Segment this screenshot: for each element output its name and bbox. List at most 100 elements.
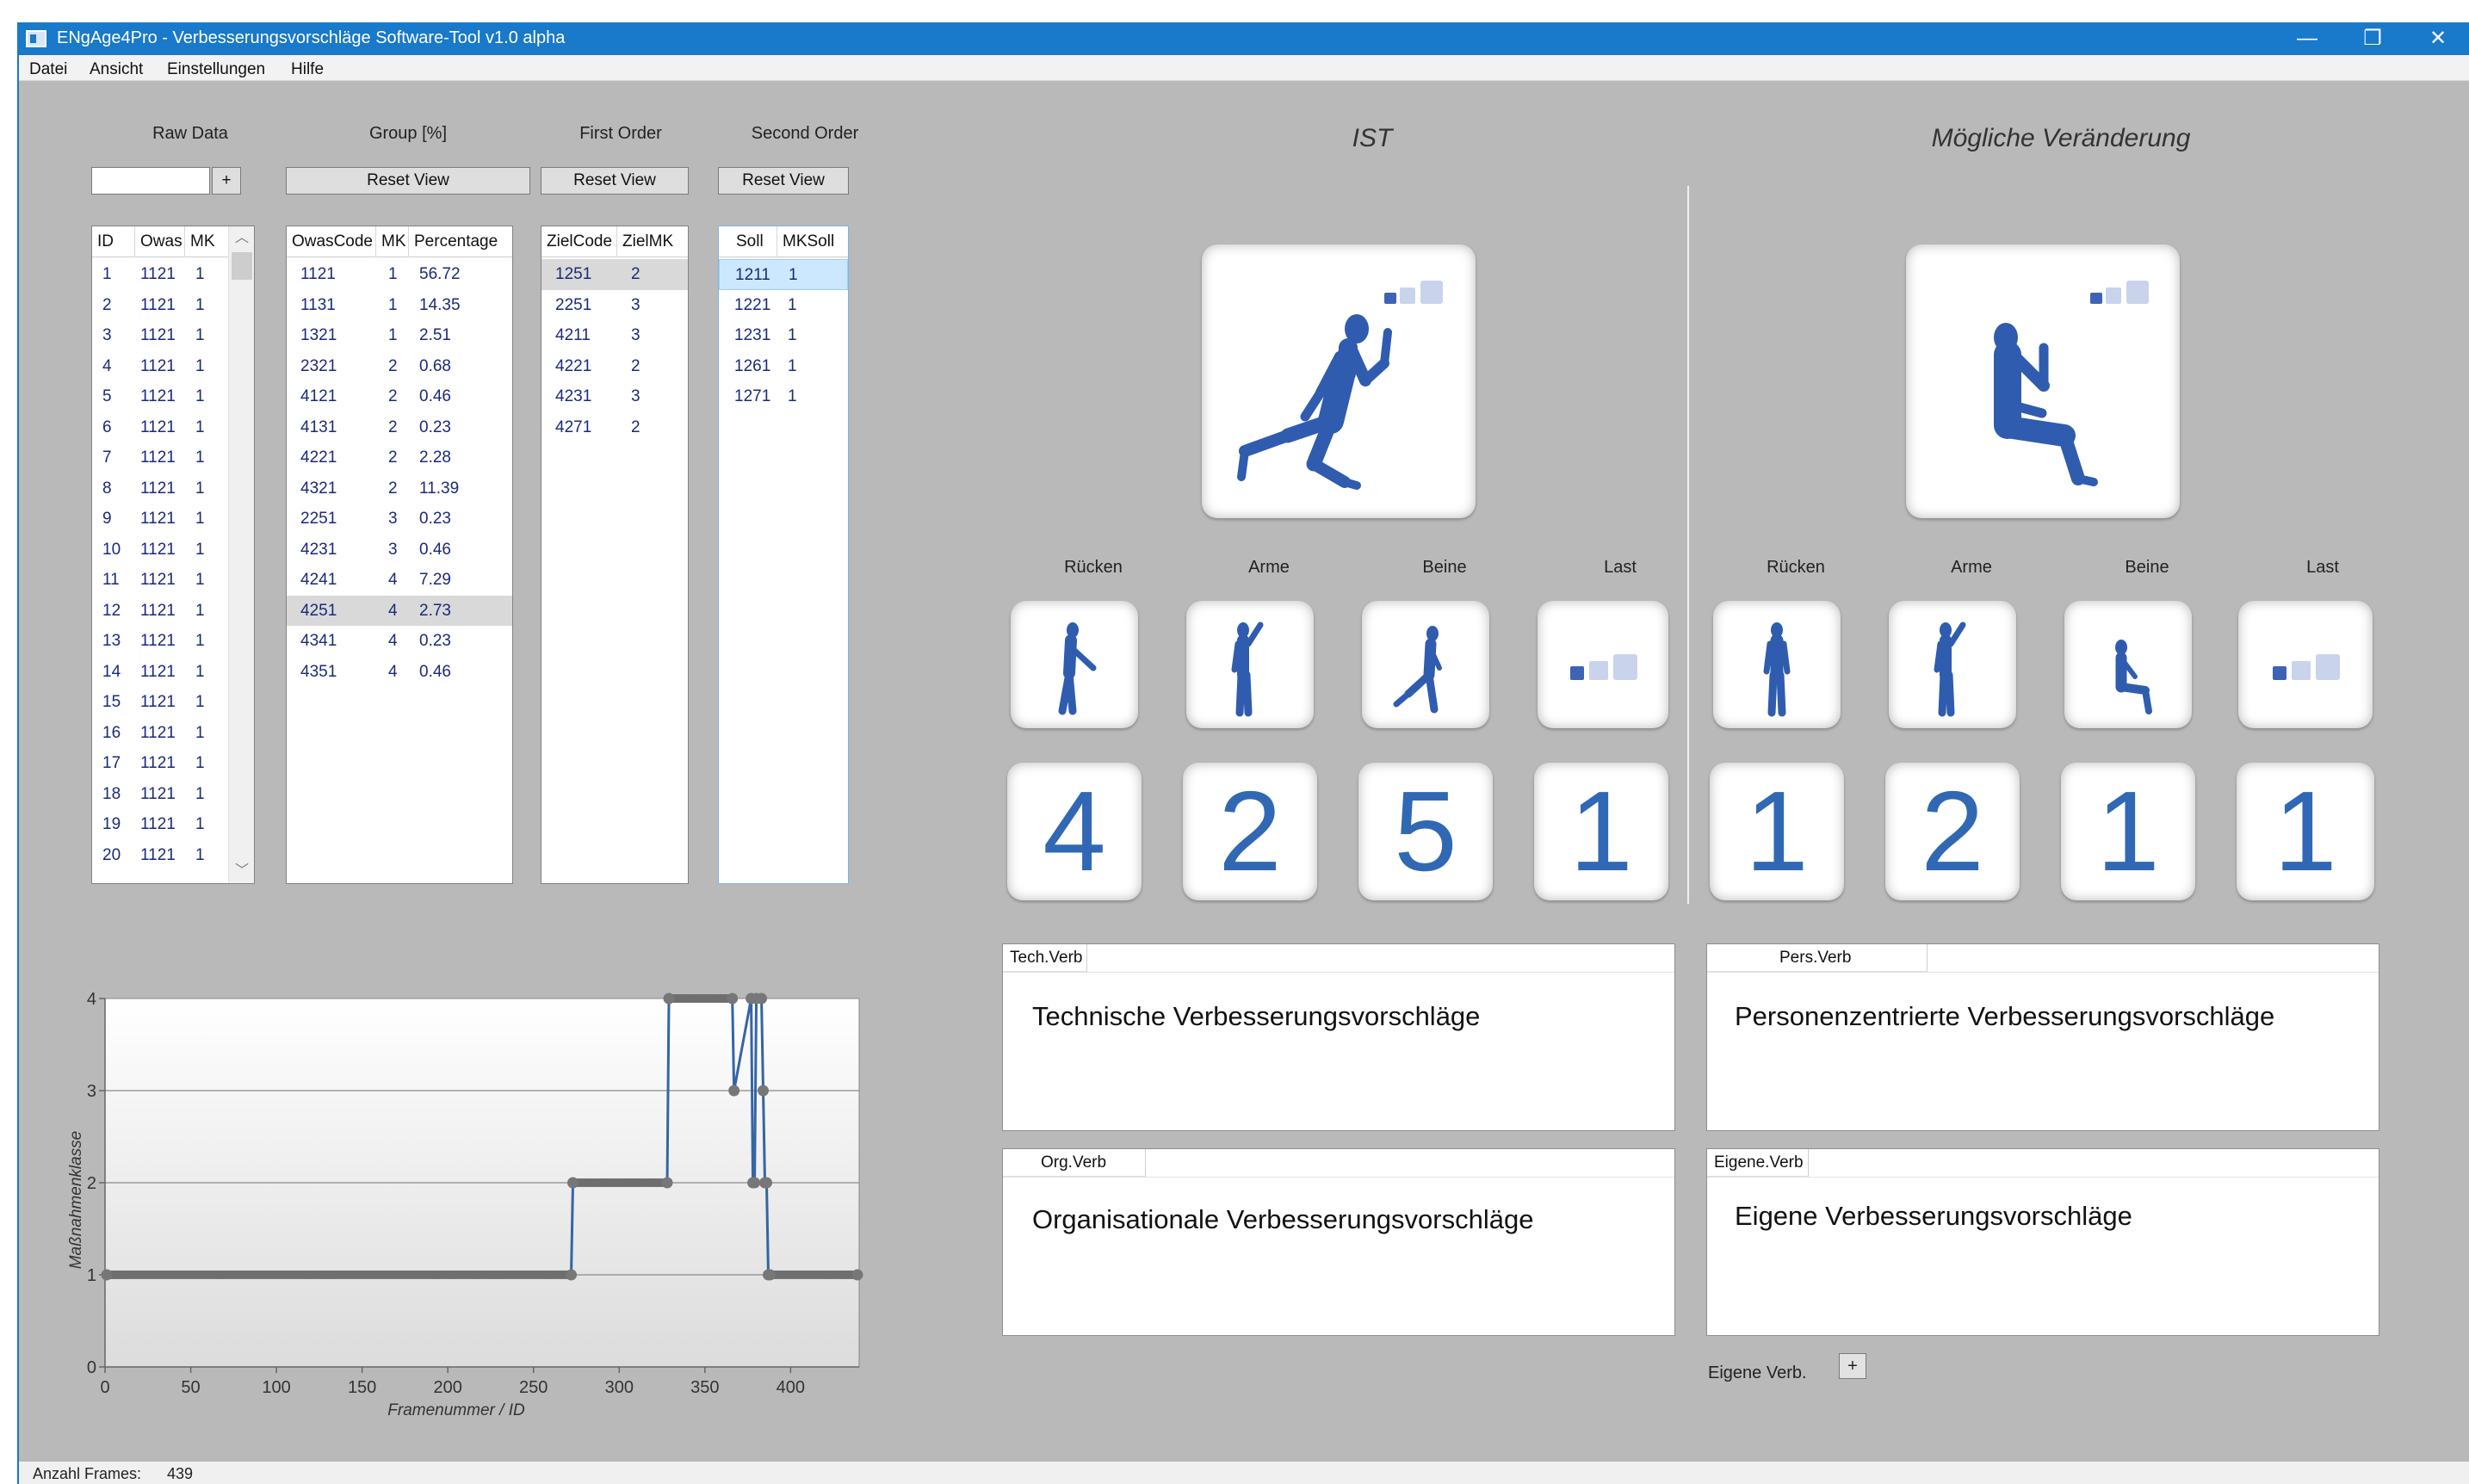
col-owas[interactable]: Owas <box>135 226 185 257</box>
tech-verb-tab[interactable]: Tech.Verb <box>1003 944 1087 972</box>
table-row[interactable]: 2 1121 1 <box>92 290 228 321</box>
table-row[interactable]: 4241 4 7.29 <box>287 565 512 596</box>
table-row[interactable]: 4341 4 0.23 <box>287 626 512 657</box>
table-row[interactable]: 3 1121 1 <box>92 320 228 351</box>
col-percentage[interactable]: Percentage <box>409 226 512 257</box>
table-row[interactable]: 4221 2 2.28 <box>287 442 512 473</box>
raw-data-input[interactable] <box>91 167 210 195</box>
table-row[interactable]: 6 1121 1 <box>92 412 228 443</box>
table-row[interactable]: 12 1121 1 <box>92 596 228 627</box>
close-button[interactable]: ✕ <box>2405 22 2469 55</box>
table-cell: 4 <box>102 356 112 375</box>
menu-hilfe[interactable]: Hilfe <box>291 60 324 79</box>
group-table[interactable]: OwasCode MK Percentage 1121 1 56.72 1131 1 14… <box>286 226 513 884</box>
table-row[interactable]: 1131 1 14.35 <box>287 290 512 321</box>
table-cell: 1 <box>388 326 398 344</box>
first-order-reset-button[interactable]: Reset View <box>541 167 689 195</box>
table-row[interactable]: 1 1121 1 <box>92 259 228 290</box>
menu-ansicht[interactable]: Ansicht <box>90 60 143 79</box>
scroll-down-icon[interactable]: ﹀ <box>229 859 254 883</box>
table-row[interactable]: 13 1121 1 <box>92 626 228 657</box>
pers-verb-tab[interactable]: Pers.Verb <box>1707 944 1928 972</box>
table-row[interactable]: 8 1121 1 <box>92 473 228 504</box>
col-zielmk[interactable]: ZielMK <box>617 226 688 257</box>
title-bar[interactable]: ENgAge4Pro - Verbesserungsvorschläge Sof… <box>19 22 2469 55</box>
eigene-suggestions-text[interactable]: Eigene Verbesserungsvorschläge <box>1735 1201 2132 1232</box>
table-row[interactable]: 18 1121 1 <box>92 779 228 810</box>
org-suggestions-text[interactable]: Organisationale Verbesserungsvorschläge <box>1032 1204 1533 1235</box>
table-row[interactable]: 4351 4 0.46 <box>287 657 512 688</box>
table-row[interactable]: 7 1121 1 <box>92 442 228 473</box>
raw-data-table[interactable]: ID Owas MK 1 1121 1 2 1121 1 3 1121 1 4 1121 1 5 1121… <box>91 226 255 884</box>
eigene-suggestions-box[interactable]: Eigene.Verb Eigene Verbesserungsvorschlä… <box>1706 1148 2379 1336</box>
col-mksoll[interactable]: MKSoll <box>777 226 848 257</box>
table-row[interactable]: 16 1121 1 <box>92 718 228 749</box>
first-order-table[interactable]: ZielCode ZielMK 1251 2 2251 3 4211 3 4221 2 4231… <box>541 226 689 884</box>
tech-suggestions-box[interactable]: Tech.Verb Technische Verbesserungsvorsch… <box>1002 943 1675 1131</box>
table-row[interactable]: 9 1121 1 <box>92 504 228 535</box>
second-order-table[interactable]: Soll MKSoll 1211 1 1221 1 1231 1 1261 1 1271 1 <box>718 226 849 884</box>
pers-suggestions-box[interactable]: Pers.Verb Personenzentrierte Verbesserun… <box>1706 943 2379 1131</box>
table-row[interactable]: 2321 2 0.68 <box>287 351 512 382</box>
col-zielcode[interactable]: ZielCode <box>541 226 617 257</box>
table-row[interactable]: 4271 2 <box>541 412 688 443</box>
col-id[interactable]: ID <box>92 226 135 257</box>
tech-suggestions-text[interactable]: Technische Verbesserungsvorschläge <box>1032 1001 1480 1032</box>
table-row[interactable]: 4211 3 <box>541 320 688 351</box>
table-cell: 3 <box>388 510 398 528</box>
table-row[interactable]: 5 1121 1 <box>92 381 228 412</box>
minimize-button[interactable]: — <box>2274 22 2340 55</box>
table-row[interactable]: 1221 1 <box>719 290 848 321</box>
pers-suggestions-text[interactable]: Personenzentrierte Verbesserungsvorschlä… <box>1735 1001 2274 1032</box>
group-reset-button[interactable]: Reset View <box>286 167 530 195</box>
menu-einstellungen[interactable]: Einstellungen <box>167 60 265 79</box>
table-row[interactable]: 4131 2 0.23 <box>287 412 512 443</box>
raw-data-add-button[interactable]: + <box>212 167 241 195</box>
org-verb-tab[interactable]: Org.Verb <box>1003 1149 1146 1177</box>
table-row[interactable]: 1321 1 2.51 <box>287 320 512 351</box>
table-row[interactable]: 2251 3 <box>541 290 688 321</box>
eigene-verb-add-button[interactable]: + <box>1839 1353 1866 1379</box>
table-cell: 1121 <box>140 510 176 528</box>
scroll-thumb[interactable] <box>232 252 252 280</box>
table-row[interactable]: 20 1121 1 <box>92 840 228 871</box>
change-ruecken-tile <box>1713 601 1841 728</box>
table-row[interactable]: 15 1121 1 <box>92 687 228 718</box>
table-cell: 2.28 <box>419 448 451 467</box>
table-row[interactable]: 1261 1 <box>719 351 848 382</box>
table-row[interactable]: 1211 1 <box>719 259 848 290</box>
table-row[interactable]: 14 1121 1 <box>92 657 228 688</box>
table-row[interactable]: 4221 2 <box>541 351 688 382</box>
table-row[interactable]: 4231 3 0.46 <box>287 535 512 566</box>
col-soll[interactable]: Soll <box>719 226 777 257</box>
scroll-up-icon[interactable]: ︿ <box>229 226 254 250</box>
table-row[interactable]: 11 1121 1 <box>92 565 228 596</box>
table-cell: 14.35 <box>419 295 461 314</box>
table-row[interactable]: 4321 2 11.39 <box>287 473 512 504</box>
table-row[interactable]: 4121 2 0.46 <box>287 381 512 412</box>
table-row[interactable]: 1121 1 56.72 <box>287 259 512 290</box>
menu-datei[interactable]: Datei <box>29 60 67 79</box>
table-header: OwasCode MK Percentage <box>287 226 512 257</box>
eigene-verb-tab[interactable]: Eigene.Verb <box>1707 1149 1809 1177</box>
second-order-label: Second Order <box>751 124 859 143</box>
table-row[interactable]: 1271 1 <box>719 381 848 412</box>
maximize-button[interactable]: ❐ <box>2340 22 2405 55</box>
col-mk[interactable]: MK <box>376 226 409 257</box>
table-row[interactable]: 17 1121 1 <box>92 748 228 779</box>
org-suggestions-box[interactable]: Org.Verb Organisationale Verbesserungsvo… <box>1002 1148 1675 1336</box>
table-row[interactable]: 2251 3 0.23 <box>287 504 512 535</box>
table-row[interactable]: 4251 4 2.73 <box>287 595 512 626</box>
col-mk[interactable]: MK <box>185 226 230 257</box>
second-order-reset-button[interactable]: Reset View <box>718 167 849 195</box>
table-row[interactable]: 1231 1 <box>719 320 848 351</box>
table-row[interactable]: 4231 3 <box>541 381 688 412</box>
data-point <box>851 1269 863 1281</box>
table-row[interactable]: 1251 2 <box>541 259 688 290</box>
table-row[interactable]: 10 1121 1 <box>92 535 228 566</box>
table-row[interactable]: 4 1121 1 <box>92 351 228 382</box>
col-owascode[interactable]: OwasCode <box>287 226 376 257</box>
raw-data-scrollbar[interactable]: ︿ ﹀ <box>228 226 254 883</box>
table-cell: 11 <box>102 571 120 589</box>
table-row[interactable]: 19 1121 1 <box>92 809 228 840</box>
